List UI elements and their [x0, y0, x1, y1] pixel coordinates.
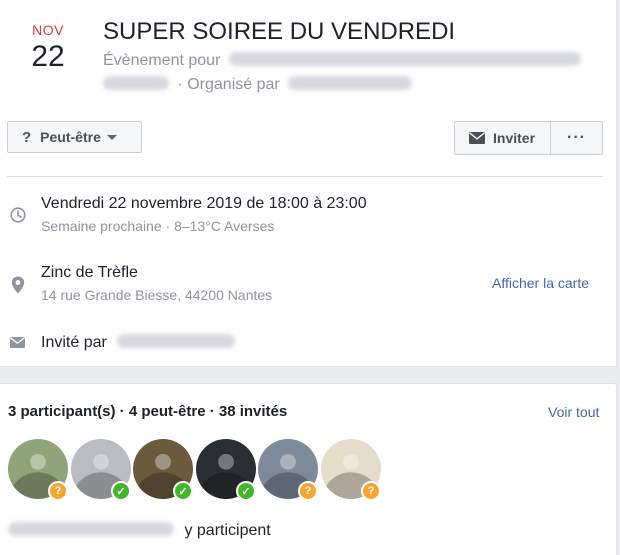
participant-names-redacted[interactable]: [8, 522, 174, 537]
inviter-name-redacted[interactable]: [117, 334, 236, 349]
place-name[interactable]: Zinc de Trèfle: [41, 264, 138, 282]
organizer-name-redacted[interactable]: [288, 76, 413, 91]
maybe-question-icon: ?: [48, 481, 68, 501]
location-pin-icon: [11, 276, 25, 294]
rsvp-maybe-button[interactable]: ? Peut-être: [7, 121, 142, 153]
guest-summary: 3 participant(s) · 4 peut-être · 38 invi…: [8, 403, 288, 420]
going-check-icon: ✓: [236, 481, 256, 501]
event-datetime[interactable]: Vendredi 22 novembre 2019 de 18:00 à 23:…: [41, 195, 367, 213]
event-organizer-line: · Organisé par: [103, 76, 413, 94]
question-icon: ?: [22, 128, 32, 146]
going-check-icon: ✓: [173, 481, 193, 501]
place-address: 14 rue Grande Biesse, 44200 Nantes: [41, 287, 273, 303]
event-type-prefix: Évènement pour: [103, 52, 221, 69]
rsvp-label: Peut-être: [40, 129, 101, 145]
divider: [7, 176, 603, 177]
maybe-question-icon: ?: [361, 481, 381, 501]
organized-by-label: · Organisé par: [177, 76, 280, 93]
event-host-line: Évènement pour: [103, 52, 581, 70]
clock-icon: [10, 207, 26, 223]
date-month: NOV: [32, 22, 64, 38]
event-title[interactable]: SUPER SOIREE DU VENDREDI: [103, 18, 455, 46]
invite-label: Inviter: [493, 130, 536, 146]
envelope-icon: [10, 337, 25, 348]
envelope-icon: [469, 132, 485, 144]
invited-by-line: Invité par: [41, 334, 236, 352]
more-options-button[interactable]: ···: [551, 122, 602, 154]
going-check-icon: ✓: [111, 481, 131, 501]
invite-button[interactable]: Inviter: [455, 122, 551, 154]
show-map-link[interactable]: Afficher la carte: [492, 275, 589, 291]
host-name-redacted-cont[interactable]: [103, 76, 169, 91]
invite-button-group: Inviter ···: [454, 121, 603, 155]
participate-suffix: y participent: [184, 522, 271, 539]
host-name-redacted[interactable]: [228, 52, 581, 67]
event-card: NOV 22 SUPER SOIREE DU VENDREDI Évènemen…: [0, 0, 617, 367]
date-day: 22: [31, 40, 65, 73]
participants-line: y participent: [8, 522, 271, 540]
invited-by-label: Invité par: [41, 334, 107, 351]
maybe-question-icon: ?: [298, 481, 318, 501]
see-all-link[interactable]: Voir tout: [548, 404, 599, 420]
caret-down-icon: [106, 134, 117, 140]
event-datetime-sub: Semaine prochaine · 8–13°C Averses: [41, 218, 275, 234]
